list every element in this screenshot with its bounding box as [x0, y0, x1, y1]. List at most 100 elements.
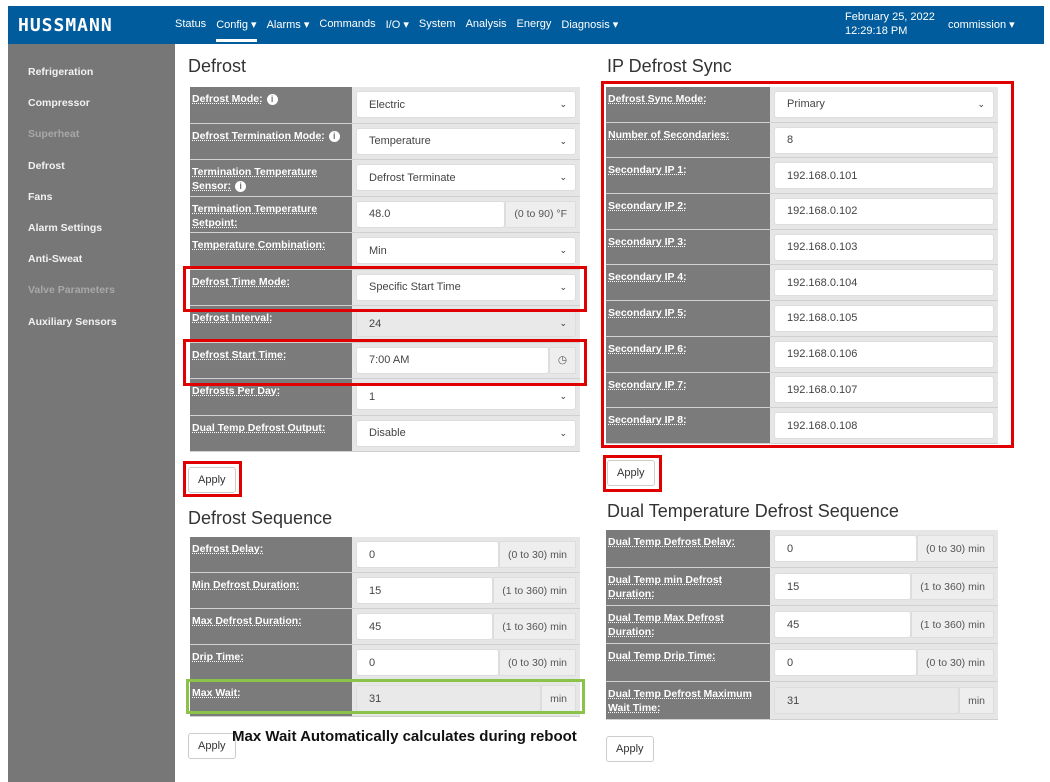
info-icon[interactable]: i [328, 130, 340, 142]
text-input[interactable]: 45 [774, 611, 912, 638]
label-text: Defrost Mode: [192, 93, 263, 105]
form-row: Dual Temp Defrost Output: Disable ⌄ [190, 415, 580, 452]
field-label: Dual Temp Defrost Maximum Wait Time: [606, 682, 770, 719]
label-text: Dual Temp Defrost Output: [192, 421, 326, 434]
unit-addon: (0 to 90) °F [505, 200, 576, 228]
sidebar-item[interactable]: Fans [28, 191, 53, 203]
sidebar: Refrigeration Compressor Superheat Defrost F… [8, 44, 175, 782]
label-text: Dual Temp Defrost Delay: [608, 536, 735, 548]
text-input[interactable]: 0 [774, 649, 918, 676]
label-text: Drip Time: [192, 651, 244, 663]
value-text: Min [369, 244, 387, 257]
highlight-time-mode [183, 266, 587, 312]
nav-item[interactable]: Analysis [466, 18, 507, 42]
field-label: Dual Temp Defrost Delay: [606, 530, 770, 567]
text-input: 31 [774, 687, 960, 714]
nav-item[interactable]: Alarms ▾ [267, 18, 310, 42]
annotation-note: Max Wait Automatically calculates during… [232, 728, 577, 745]
select-field[interactable]: Electric ⌄ [356, 91, 576, 119]
sidebar-item[interactable]: Defrost [28, 160, 65, 172]
form-row: Temperature Combination: Min ⌄ [190, 233, 580, 270]
value-text: 0 [787, 542, 794, 555]
text-input[interactable]: 45 [356, 613, 494, 640]
field-value: 15 (1 to 360) min [770, 568, 998, 605]
select-field[interactable]: Min ⌄ [356, 237, 576, 265]
text-input[interactable]: 0 [356, 541, 500, 568]
info-icon[interactable]: i [266, 94, 278, 105]
form-row: Termination Temperature Sensor: i Defrost … [190, 160, 580, 197]
field-label: Min Defrost Duration: [190, 573, 352, 608]
field-label: Defrost Delay: [190, 537, 352, 572]
field-value: 45 (1 to 360) min [770, 606, 998, 643]
nav-item[interactable]: Commands [319, 18, 375, 42]
sidebar-item[interactable]: Compressor [28, 97, 90, 109]
field-value: 15 (1 to 360) min [352, 573, 580, 608]
sidebar-item[interactable]: Auxiliary Sensors [28, 316, 117, 328]
field-label: Termination Temperature Setpoint: [190, 196, 352, 232]
field-value: Electric ⌄ [352, 87, 580, 123]
sidebar-item[interactable]: Refrigeration [28, 66, 93, 78]
field-value: 31 min [770, 682, 998, 719]
chevron-down-icon: ⌄ [559, 245, 567, 256]
nav-item[interactable]: I/O ▾ [386, 18, 409, 42]
user-menu[interactable]: commission ▾ [948, 18, 1015, 31]
select-field[interactable]: 1 ⌄ [356, 383, 576, 411]
form-row: Drip Time: 0 (0 to 30) min [190, 645, 580, 681]
label-text: Defrost Interval: [192, 312, 273, 324]
value-text: Temperature [369, 135, 431, 148]
label-text: Termination Temperature Sensor: [192, 166, 318, 192]
text-input[interactable]: 48.0 [356, 200, 506, 228]
label-text: Temperature Combination: [192, 239, 326, 251]
text-input[interactable]: 15 [356, 577, 494, 604]
label-text: Dual Temp Defrost Maximum Wait Time: [608, 688, 752, 714]
unit-addon: (1 to 360) min [911, 611, 994, 638]
sequence-apply-button[interactable]: Apply [188, 733, 236, 759]
nav-item[interactable]: Diagnosis ▾ [561, 18, 618, 42]
unit-addon: (0 to 30) min [499, 649, 576, 676]
form-row: Min Defrost Duration: 15 (1 to 360) min [190, 573, 580, 609]
text-input[interactable]: 0 [774, 535, 918, 562]
value-text: 0 [369, 548, 376, 561]
chevron-down-icon: ⌄ [559, 172, 567, 183]
label-text: Termination Temperature Setpoint: [192, 202, 318, 229]
value-text: 1 [369, 390, 376, 403]
value-text: 15 [787, 580, 800, 593]
select-field[interactable]: Disable ⌄ [356, 419, 576, 447]
dual-temp-table: Dual Temp Defrost Delay: 0 (0 to 30) min Du… [606, 530, 998, 720]
unit-addon: (0 to 30) min [917, 535, 994, 562]
label-text: Defrosts Per Day: [192, 385, 281, 397]
value-text: 0 [369, 656, 376, 669]
nav-item[interactable]: Status [175, 18, 206, 42]
text-input[interactable]: 0 [356, 649, 500, 676]
form-row: Dual Temp min Defrost Duration: 15 (1 to 3… [606, 568, 998, 606]
label-text: Min Defrost Duration: [192, 579, 300, 591]
text-input[interactable]: 15 [774, 573, 912, 600]
value-text: 0 [787, 656, 794, 669]
nav-item[interactable]: System [419, 18, 456, 42]
field-value: Temperature ⌄ [352, 124, 580, 160]
label-text: Max Defrost Duration: [192, 615, 302, 627]
unit-addon: (1 to 360) min [911, 573, 994, 600]
label-text: Defrost Delay: [192, 543, 264, 555]
value-text: 24 [369, 317, 382, 330]
dual-temp-title: Dual Temperature Defrost Sequence [607, 501, 899, 521]
unit-addon: (0 to 30) min [917, 649, 994, 676]
field-value: 0 (0 to 30) min [352, 537, 580, 572]
dual-apply-button[interactable]: Apply [606, 736, 654, 762]
form-row: Dual Temp Defrost Delay: 0 (0 to 30) min [606, 530, 998, 568]
nav-item[interactable]: Energy [517, 18, 552, 42]
unit-addon: (0 to 30) min [499, 541, 576, 568]
form-row: Defrost Mode: i Electric ⌄ [190, 87, 580, 124]
label-text: Defrost Termination Mode: [192, 129, 325, 142]
field-label: Drip Time: [190, 645, 352, 680]
select-field[interactable]: Temperature ⌄ [356, 127, 576, 155]
ip-sync-title: IP Defrost Sync [607, 56, 732, 76]
sidebar-item[interactable]: Anti-Sweat [28, 253, 82, 265]
hussmann-logo[interactable]: HUSSMANN [18, 15, 113, 36]
select-field[interactable]: Defrost Terminate ⌄ [356, 164, 576, 192]
select-field[interactable]: 24 ⌄ [356, 310, 576, 338]
nav-item[interactable]: Config ▾ [216, 18, 257, 42]
sidebar-item[interactable]: Alarm Settings [28, 222, 102, 234]
highlight-ip-apply [603, 455, 662, 492]
info-icon[interactable]: i [235, 181, 247, 192]
